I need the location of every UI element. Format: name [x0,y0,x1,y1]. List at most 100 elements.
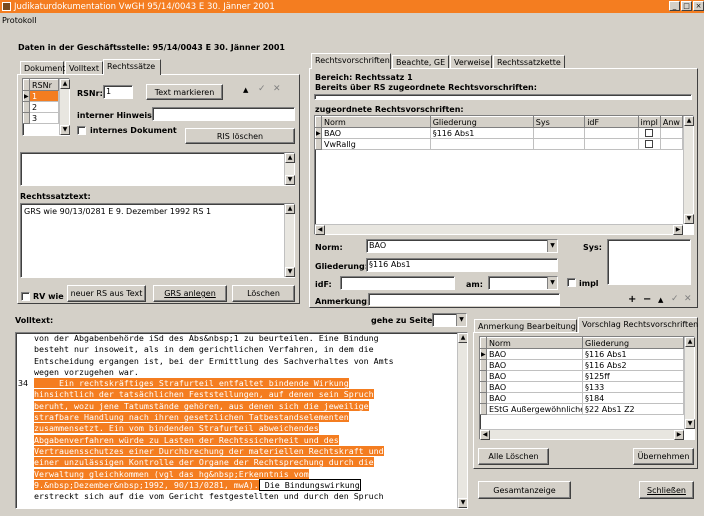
cell-norm[interactable]: BAO [486,381,583,393]
plus-icon[interactable]: + [628,294,636,305]
tab-vorschlag-rechtsvorschriften[interactable]: Vorschlag Rechtsvorschriften [578,317,698,333]
sys-input[interactable] [607,239,691,285]
rechtssatztext-scrollbar[interactable]: ▲ ▼ [284,204,295,277]
notes-scrollbar[interactable]: ▲ ▼ [284,153,295,185]
tab-rechtsvorschriften[interactable]: Rechtsvorschriften [311,53,391,69]
volltext-scrollbar[interactable]: ▲ ▼ [457,333,467,508]
table-row[interactable]: 3 [29,112,59,124]
scroll-up-icon[interactable]: ▲ [60,79,70,89]
table-row[interactable]: BAO §133 [480,381,684,393]
cell-gliederung[interactable] [429,138,534,150]
rv-wie-checkbox[interactable] [21,292,30,301]
rechtssatztext-area[interactable]: GRS wie 90/13/0281 E 9. Dezember 1992 RS… [20,203,295,278]
tab-verweise[interactable]: Verweise [450,55,492,69]
rs-table-scrollbar[interactable]: ▲ ▼ [59,79,70,135]
check-icon[interactable]: ✓ [671,294,679,304]
impl-checkbox[interactable] [567,278,576,287]
gesamtanzeige-button[interactable]: Gesamtanzeige [478,481,571,499]
tab-dokument[interactable]: Dokument [20,61,65,75]
scroll-down-icon[interactable]: ▼ [285,175,295,185]
tab-volltext[interactable]: Volltext [65,61,103,75]
text-markieren-button[interactable]: Text markieren [146,84,223,100]
table-row[interactable]: ▶ BAO §116 Abs1 [315,127,684,139]
rsnr-input[interactable]: 1 [103,85,133,99]
scroll-up-icon[interactable]: ▲ [285,153,295,163]
cell-gliederung[interactable]: §125ff [582,370,684,382]
chevron-down-icon[interactable]: ▼ [547,240,557,252]
cell-norm[interactable]: VwRallg [320,138,431,150]
col-sys[interactable]: Sys [532,116,586,128]
chevron-down-icon[interactable]: ▼ [547,277,557,289]
scroll-down-icon[interactable]: ▼ [684,214,694,224]
scroll-down-icon[interactable]: ▼ [285,267,295,277]
impl-checkbox[interactable] [645,140,654,148]
table-row[interactable]: ▶ BAO §116 Abs1 [480,348,684,360]
minus-icon[interactable]: − [643,294,651,305]
am-select[interactable]: ▼ [488,276,558,290]
cell-norm[interactable]: BAO [486,370,583,382]
tab-rechtssaetze[interactable]: Rechtssätze [103,59,161,75]
internes-dokument-checkbox[interactable] [77,126,86,135]
scroll-down-icon[interactable]: ▼ [60,125,70,135]
cell-gliederung[interactable]: §116 Abs1 [429,127,534,139]
scroll-up-icon[interactable]: ▲ [685,337,695,347]
check-icon[interactable]: ✓ [258,84,266,94]
cell-gliederung[interactable]: §22 Abs1 Z2 [582,403,684,415]
gliederung-input[interactable]: §116 Abs1 [366,258,558,272]
scroll-down-icon[interactable]: ▼ [458,498,467,508]
table-row[interactable]: BAO §125ff [480,370,684,382]
schliessen-button[interactable]: Schließen [639,481,694,499]
cell-norm[interactable]: BAO [486,392,583,404]
col-norm[interactable]: Norm [320,116,431,128]
cell-gliederung[interactable]: §116 Abs2 [582,359,684,371]
grs-anlegen-button[interactable]: GRS anlegen [153,285,227,302]
tab-rechtssatzkette[interactable]: Rechtssatzkette [493,55,565,69]
cell-norm[interactable]: EStG Außergewöhnliche Bel [486,403,583,415]
cell-gliederung[interactable]: §184 [582,392,684,404]
table-row[interactable]: BAO §184 [480,392,684,404]
arrow-up-icon[interactable]: ▲ [243,86,248,94]
norm-select[interactable]: BAO ▼ [366,239,558,253]
table-row[interactable]: BAO §116 Abs2 [480,359,684,371]
cell-gliederung[interactable]: §133 [582,381,684,393]
col-impl[interactable]: impl [637,116,661,128]
scroll-up-icon[interactable]: ▲ [458,333,467,343]
maximize-button[interactable]: □ [681,1,692,11]
scroll-up-icon[interactable]: ▲ [684,116,694,126]
tab-beachte-ge[interactable]: Beachte, GE [392,55,449,69]
cancel-icon[interactable]: ✕ [273,84,281,94]
col-norm[interactable]: Norm [486,337,583,349]
menu-protokoll[interactable]: Protokoll [2,16,36,25]
scroll-down-icon[interactable]: ▼ [685,419,695,429]
cancel-icon[interactable]: ✕ [684,294,692,304]
chevron-down-icon[interactable]: ▼ [456,314,466,326]
idf-input[interactable] [340,276,455,290]
scroll-left-icon[interactable]: ◀ [480,430,490,440]
notes-textarea[interactable]: ▲ ▼ [20,152,295,186]
minimize-button[interactable]: _ [669,1,680,11]
tab-anmerkung-bearbeitung[interactable]: Anmerkung Bearbeitung [474,319,577,333]
vorschlag-vscroll[interactable]: ▲ ▼ [684,337,695,429]
scroll-left-icon[interactable]: ◀ [315,225,325,235]
anmerkung-input[interactable] [368,293,560,306]
col-anw[interactable]: Anw [659,116,684,128]
vorschlag-hscroll[interactable]: ◀ ▶ [480,429,684,440]
ris-loeschen-button[interactable]: RIS löschen [185,128,295,144]
uebernehmen-button[interactable]: Übernehmen [633,448,694,465]
interner-hinweis-input[interactable] [152,107,295,121]
col-gliederung[interactable]: Gliederung [582,337,684,349]
col-idf[interactable]: idF [584,116,639,128]
alle-loeschen-button[interactable]: Alle Löschen [478,448,549,465]
cell-norm[interactable]: BAO [486,348,583,360]
table-row[interactable]: EStG Außergewöhnliche Bel§22 Abs1 Z2 [480,403,684,415]
close-button[interactable]: × [693,1,704,11]
scroll-up-icon[interactable]: ▲ [285,204,295,214]
scroll-right-icon[interactable]: ▶ [674,430,684,440]
table-row[interactable]: 2 [29,101,59,113]
gehe-zu-seite-select[interactable]: ▼ [432,313,467,327]
cell-norm[interactable]: BAO [486,359,583,371]
impl-checkbox[interactable] [645,129,654,137]
scroll-right-icon[interactable]: ▶ [673,225,683,235]
neuer-rs-button[interactable]: neuer RS aus Text [67,285,146,302]
table-row[interactable]: 1 [29,90,59,102]
